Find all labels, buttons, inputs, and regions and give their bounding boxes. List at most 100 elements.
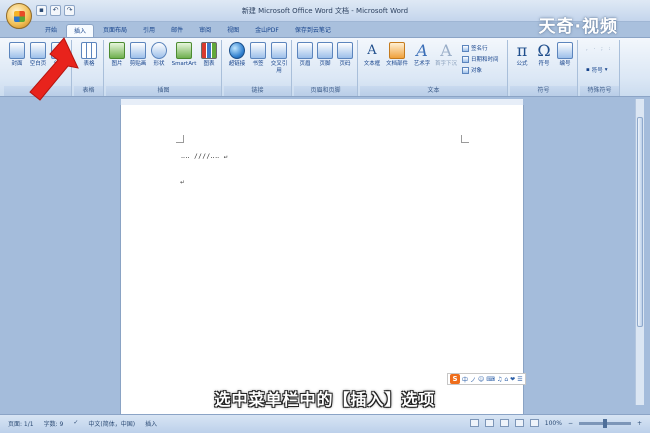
cross-reference-icon (271, 42, 287, 59)
symbol-button[interactable]: Ω 符号 (534, 42, 554, 68)
wordart-button[interactable]: A 艺术字 (412, 42, 432, 68)
document-page[interactable]: ‥‥ ////‥‥ ↵ ↵ (121, 105, 523, 414)
status-language[interactable]: 中文(简体，中国) (88, 419, 135, 428)
zoom-slider-knob[interactable] (602, 418, 607, 428)
draft-view-icon[interactable] (529, 419, 539, 427)
group-special-symbols: , · ; : ▪ 符号 ▾ 特殊符号 (580, 40, 620, 96)
tab-mailings[interactable]: 邮件 (164, 24, 190, 38)
tab-review[interactable]: 审阅 (192, 24, 218, 38)
print-layout-view-icon[interactable] (469, 419, 479, 427)
symbol-list-icon: ▪ (586, 67, 590, 73)
special-symbol-button[interactable]: ▪ 符号 ▾ (586, 66, 608, 74)
text-box-button[interactable]: A 文本框 (362, 42, 382, 68)
sogou-logo-icon[interactable]: S (450, 374, 460, 384)
quick-parts-icon (389, 42, 405, 59)
group-illustrations: 图片 剪贴画 形状 SmartArt 图表 插图 (106, 40, 222, 96)
zoom-out-icon[interactable]: − (568, 420, 573, 427)
ime-punctuation-icon[interactable]: ノ (470, 375, 476, 384)
footer-button[interactable]: 页脚 (316, 42, 334, 68)
page-number-button[interactable]: 页码 (336, 42, 354, 68)
margin-mark-top-left (176, 135, 184, 143)
outline-view-icon[interactable] (514, 419, 524, 427)
red-arrow-icon (29, 37, 79, 101)
clip-art-icon (130, 42, 146, 59)
bookmark-button[interactable]: 书签 (249, 42, 267, 68)
ime-favorite-icon[interactable]: ❤ (510, 376, 515, 383)
chart-icon (201, 42, 217, 59)
ime-menu-icon[interactable]: ☰ (517, 376, 522, 383)
group-symbols: π 公式 Ω 符号 编号 符号 (510, 40, 578, 96)
shapes-button[interactable]: 形状 (150, 42, 168, 68)
status-page[interactable]: 页面: 1/1 (8, 419, 34, 428)
video-watermark: 天奇·视频 (538, 17, 618, 37)
paragraph-mark: ↵ (180, 179, 186, 186)
web-layout-view-icon[interactable] (499, 419, 509, 427)
zoom-level[interactable]: 100% (545, 420, 562, 427)
tab-kingsoft-pdf[interactable]: 金山PDF (248, 24, 286, 38)
cross-reference-button[interactable]: 交叉引用 (269, 42, 289, 75)
wordart-icon: A (416, 41, 428, 60)
quick-parts-button[interactable]: 文档部件 (384, 42, 410, 68)
proofing-icon[interactable]: ✓ (73, 419, 78, 428)
vertical-scrollbar[interactable] (635, 99, 644, 405)
page-number-icon (337, 42, 353, 59)
tab-view[interactable]: 视图 (220, 24, 246, 38)
tab-references[interactable]: 引用 (136, 24, 162, 38)
status-insert-mode[interactable]: 插入 (145, 419, 157, 428)
drop-cap-button[interactable]: A 首字下沉 (434, 42, 458, 68)
special-symbol-grid[interactable]: , · ; : (586, 46, 612, 52)
numbering-icon (557, 42, 573, 59)
text-box-icon: A (367, 43, 377, 58)
full-screen-view-icon[interactable] (484, 419, 494, 427)
smartart-icon (176, 42, 192, 59)
picture-button[interactable]: 图片 (108, 42, 126, 68)
smartart-button[interactable]: SmartArt (170, 42, 198, 68)
scrollbar-thumb[interactable] (637, 117, 643, 327)
ime-chinese-mode[interactable]: 中 (462, 375, 468, 384)
picture-icon (109, 42, 125, 59)
equation-button[interactable]: π 公式 (512, 42, 532, 68)
group-label-links: 链接 (224, 86, 291, 96)
date-time-button[interactable]: 日期和时间 (462, 55, 499, 63)
signature-line-icon (462, 44, 469, 52)
office-button[interactable] (6, 3, 32, 29)
numbering-button[interactable]: 编号 (556, 42, 574, 68)
hyperlink-button[interactable]: 超链接 (226, 42, 248, 68)
status-bar: 页面: 1/1 字数: 9 ✓ 中文(简体，中国) 插入 100% − + (0, 414, 650, 433)
document-text-line[interactable]: ‥‥ ////‥‥ ↵ (181, 153, 228, 160)
ime-skin-icon[interactable]: ⌂ (504, 376, 508, 383)
cover-page-icon (9, 42, 25, 59)
object-button[interactable]: 对象 (462, 66, 482, 74)
globe-icon (229, 42, 245, 59)
group-label-special-symbols: 特殊符号 (580, 86, 619, 96)
header-button[interactable]: 页眉 (296, 42, 314, 68)
signature-line-button[interactable]: 签名行 (462, 44, 488, 52)
shapes-icon (151, 42, 167, 59)
chart-button[interactable]: 图表 (200, 42, 218, 68)
clip-art-button[interactable]: 剪贴画 (128, 42, 148, 68)
ime-keyboard-icon[interactable]: ⌨ (486, 376, 495, 383)
dropdown-arrow-icon: ▾ (604, 67, 608, 73)
ime-toolbar[interactable]: S 中 ノ ☺ ⌨ ♫ ⌂ ❤ ☰ (447, 373, 526, 385)
cover-page-button[interactable]: 封面 (8, 42, 26, 68)
group-label-symbols: 符号 (510, 86, 577, 96)
date-time-icon (462, 55, 469, 63)
tab-save-to-cloud-note[interactable]: 保存到云笔记 (288, 24, 338, 38)
margin-mark-top-right (461, 135, 469, 143)
drop-cap-icon: A (440, 41, 452, 60)
group-label-header-footer: 页眉和页脚 (294, 86, 357, 96)
zoom-in-icon[interactable]: + (637, 420, 642, 427)
status-word-count[interactable]: 字数: 9 (44, 419, 64, 428)
header-icon (297, 42, 313, 59)
group-label-illustrations: 插图 (106, 86, 221, 96)
ribbon: 封面 空白页 分页 页 表格 表格 图片 剪贴画 形状 SmartArt 图表 … (0, 37, 650, 97)
omega-icon: Ω (537, 41, 551, 60)
ime-emoji-icon[interactable]: ☺ (478, 376, 484, 383)
video-subtitle: 选中菜单栏中的【插入】选项 (214, 390, 436, 409)
tab-page-layout[interactable]: 页面布局 (96, 24, 134, 38)
footer-icon (317, 42, 333, 59)
ime-voice-icon[interactable]: ♫ (497, 376, 502, 383)
bookmark-icon (250, 42, 266, 59)
pi-icon: π (516, 41, 528, 60)
zoom-slider[interactable] (578, 418, 631, 428)
